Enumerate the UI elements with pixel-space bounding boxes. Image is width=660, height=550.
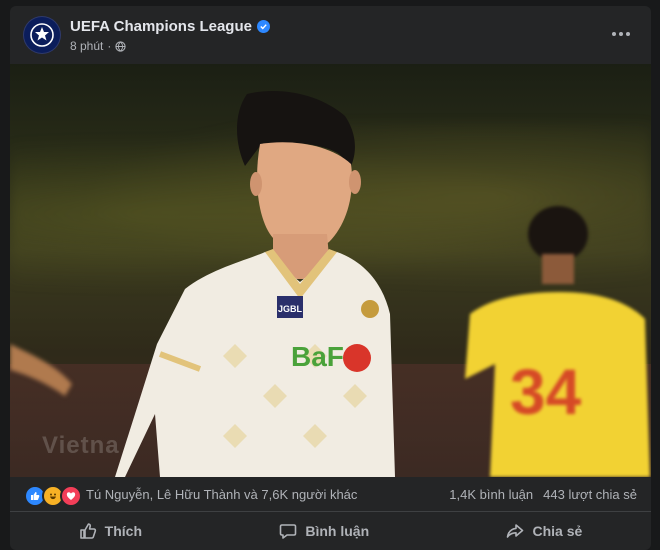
post-stats: Tú Nguyễn, Lê Hữu Thành và 7,6K người kh… xyxy=(10,477,651,512)
post-header: UEFA Champions League 8 phút · xyxy=(10,6,651,64)
jersey-badge: JGBL xyxy=(278,304,303,314)
engagement-counts: 1,4K bình luận 443 lượt chia sẻ xyxy=(449,487,637,502)
post-time[interactable]: 8 phút xyxy=(70,39,103,53)
more-options-icon[interactable] xyxy=(603,22,639,46)
post-meta: 8 phút · xyxy=(70,39,127,53)
thumbs-up-icon xyxy=(79,523,96,539)
jersey-sponsor: BaF xyxy=(291,341,344,372)
main-player: JGBL BaF xyxy=(115,90,395,477)
post-photo[interactable]: 34 JGBL BaF Vietna xyxy=(10,64,651,477)
page-name[interactable]: UEFA Champions League xyxy=(70,18,252,35)
post-card: UEFA Champions League 8 phút · 34 JGBL B… xyxy=(10,6,651,550)
post-actions: Thích Bình luận Chia sẻ xyxy=(10,512,651,550)
verified-badge-icon xyxy=(256,20,270,33)
share-count[interactable]: 443 lượt chia sẻ xyxy=(543,487,637,502)
like-button[interactable]: Thích xyxy=(65,516,156,546)
champions-league-starball-icon xyxy=(30,23,54,47)
jersey-number: 34 xyxy=(510,356,582,428)
reaction-icons[interactable] xyxy=(24,485,82,507)
love-icon xyxy=(60,485,82,507)
globe-icon[interactable] xyxy=(115,40,127,52)
blurred-arm xyxy=(10,344,72,396)
share-button[interactable]: Chia sẻ xyxy=(492,516,596,546)
share-icon xyxy=(507,524,524,538)
share-label: Chia sẻ xyxy=(532,523,583,539)
page-avatar[interactable] xyxy=(24,17,60,53)
reactors-text[interactable]: Tú Nguyễn, Lê Hữu Thành và 7,6K người kh… xyxy=(86,487,357,502)
page-name-link[interactable]: UEFA Champions League xyxy=(70,18,270,35)
background-player: 34 xyxy=(465,206,650,477)
comment-icon xyxy=(280,524,297,539)
like-label: Thích xyxy=(104,523,143,539)
comment-button[interactable]: Bình luận xyxy=(265,516,383,546)
comment-count[interactable]: 1,4K bình luận xyxy=(449,487,533,502)
photo-watermark: Vietna xyxy=(42,432,120,459)
comment-label: Bình luận xyxy=(305,523,370,539)
